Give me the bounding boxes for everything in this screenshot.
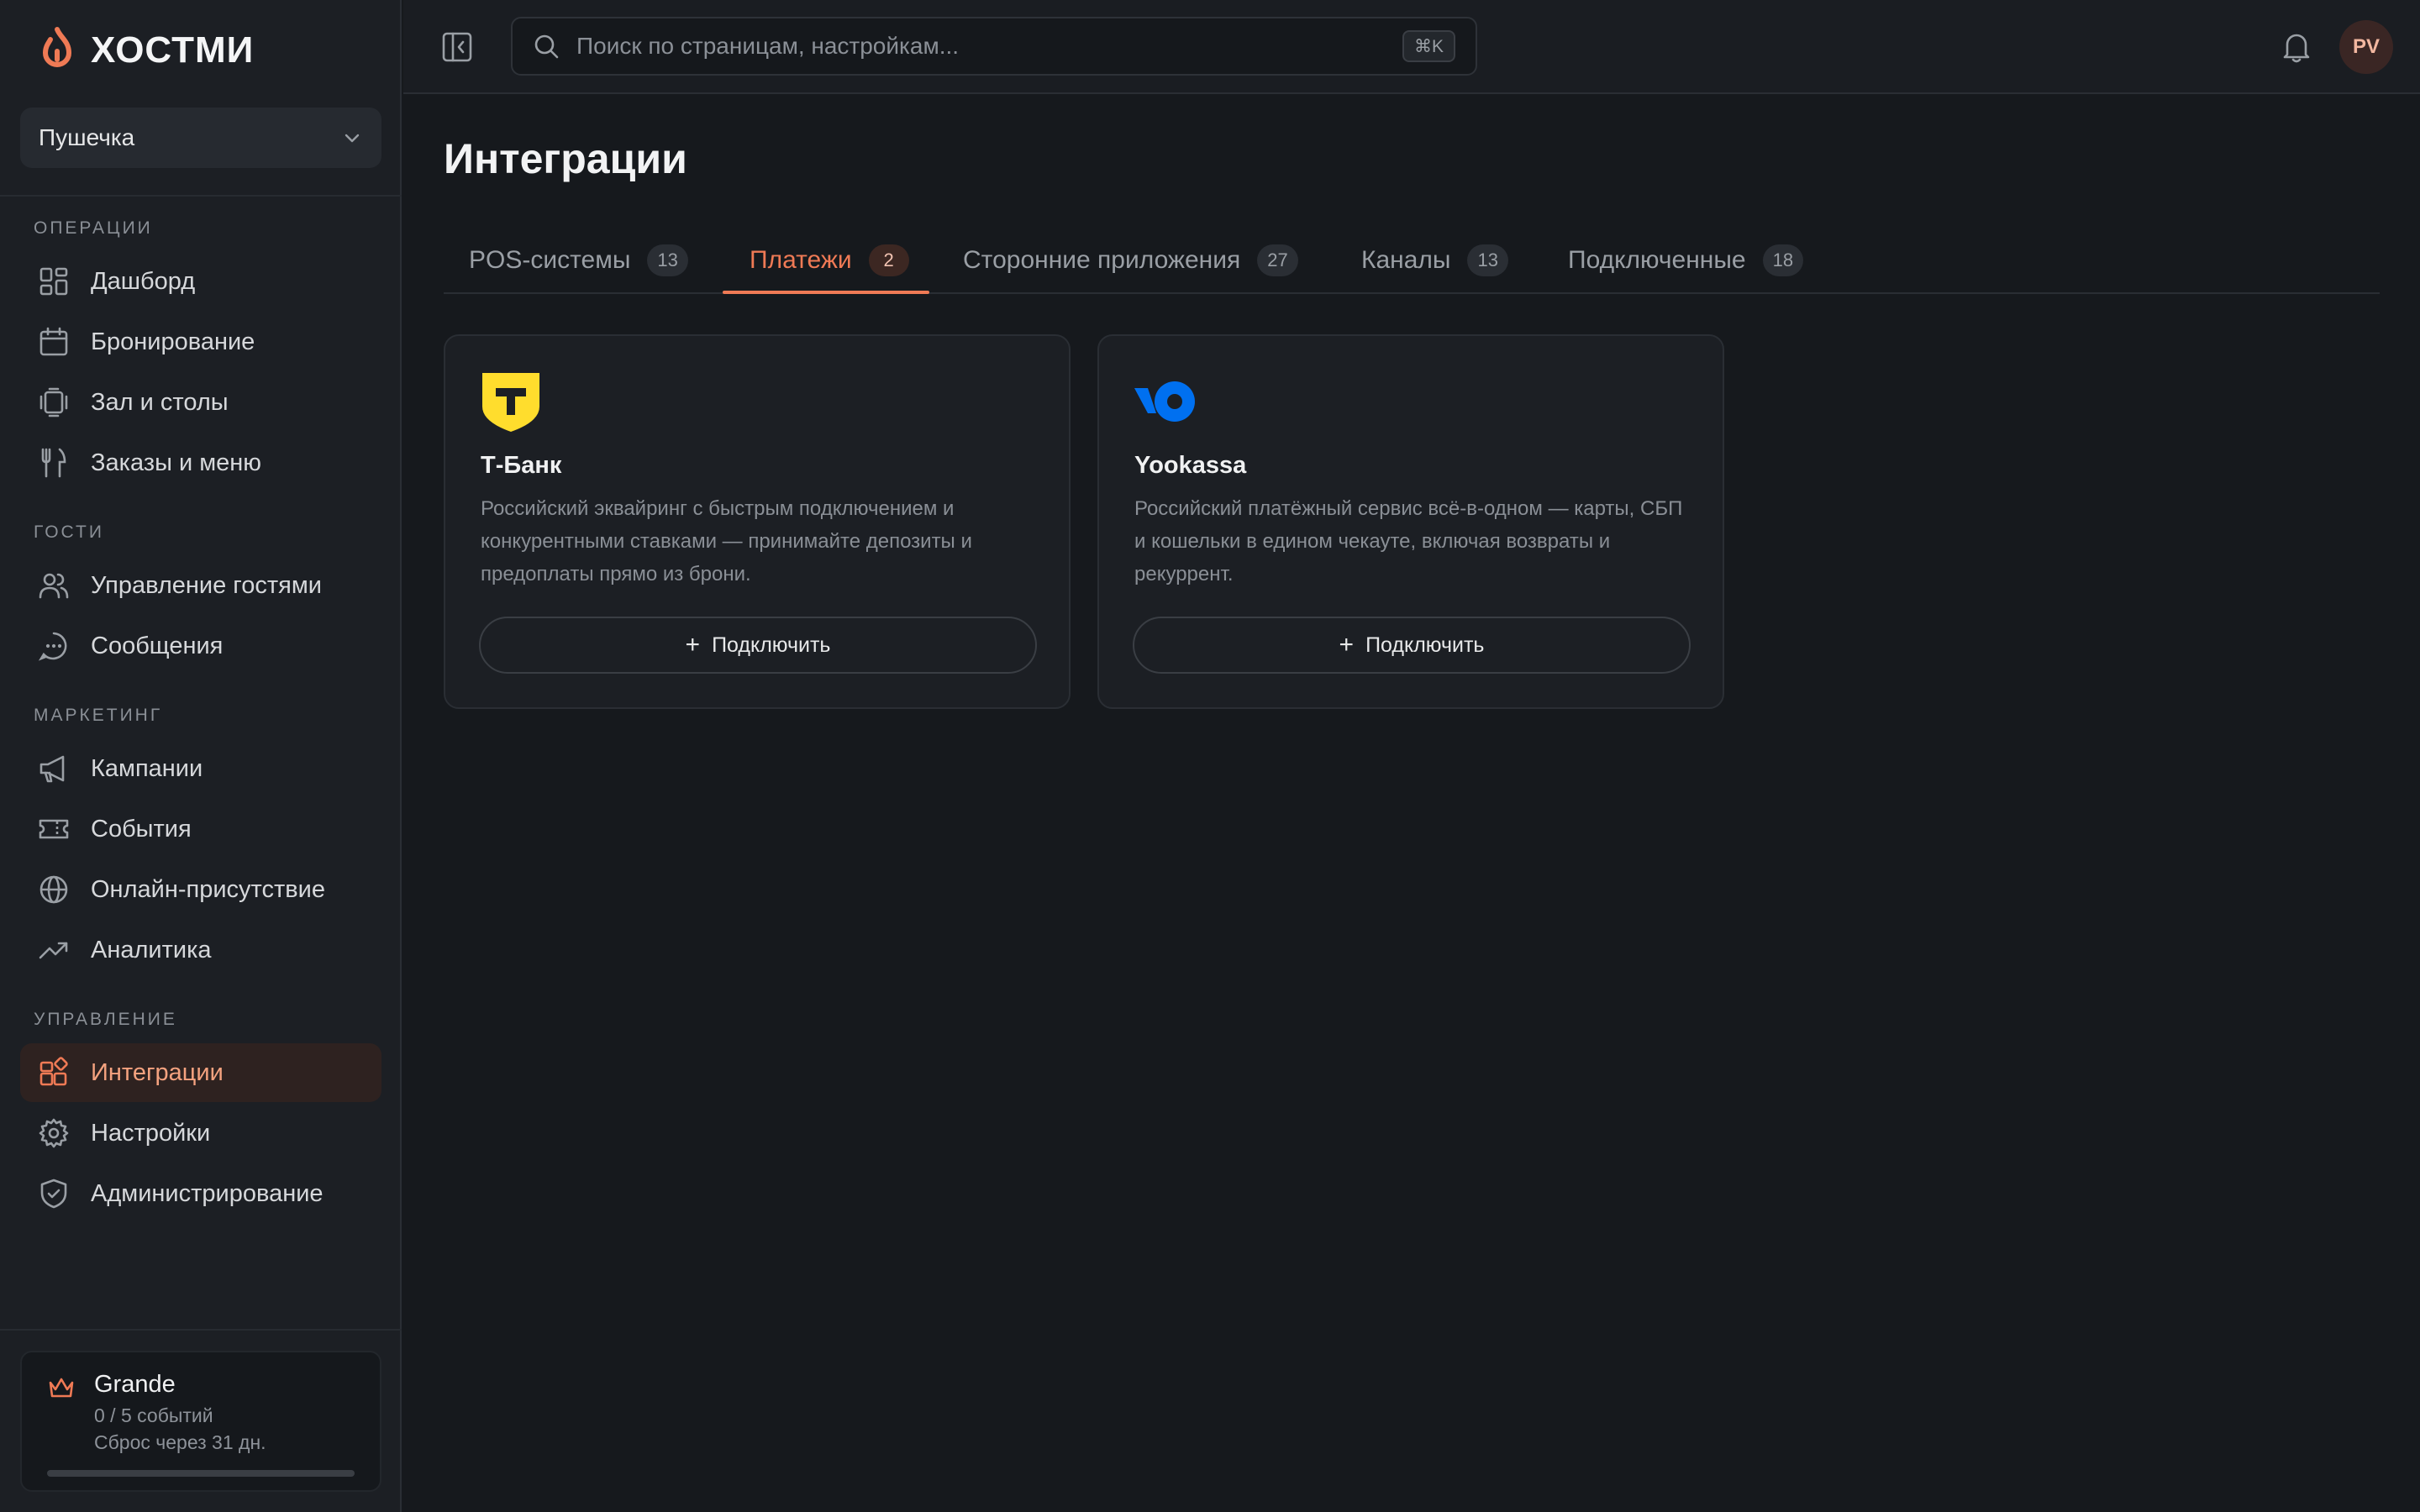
integrations-icon [37,1056,71,1089]
sidebar-item-dashboard[interactable]: Дашборд [20,252,381,311]
globe-icon [37,873,71,906]
connect-button-label: Подключить [1365,633,1485,657]
tab-count: 2 [868,244,909,276]
sidebar-item-label: Заказы и меню [91,449,262,476]
tab-active-indicator [723,291,929,294]
nav-section-marketing: МАРКЕТИНГ [34,706,163,725]
search-icon [534,34,559,59]
sidebar-item-tables[interactable]: Зал и столы [20,373,381,432]
search-input[interactable]: Поиск по страницам, настройкам... ⌘K [511,17,1477,76]
plan-reset: Сброс через 31 дн. [94,1431,266,1453]
sidebar-item-label: Дашборд [91,267,196,295]
tab-count: 13 [647,244,688,276]
brand-name: ХОСТМИ [91,29,255,71]
connect-button[interactable]: + Подключить [479,617,1037,674]
tabs-bar: POS-системы 13 Платежи 2 Сторонние прило… [444,227,2380,294]
bell-icon[interactable] [2281,30,2312,64]
sidebar-item-label: Сообщения [91,632,224,659]
sidebar: ХОСТМИ Пушечка ОПЕРАЦИИ Дашборд Брониров… [0,0,402,1512]
tab-count: 27 [1257,244,1298,276]
megaphone-icon [37,752,71,785]
sidebar-item-analytics[interactable]: Аналитика [20,921,381,979]
card-title: Yookassa [1134,452,1247,479]
page-title: Интеграции [444,135,687,182]
sidebar-item-label: Онлайн-присутствие [91,875,325,903]
sidebar-item-booking[interactable]: Бронирование [20,312,381,371]
search-placeholder: Поиск по страницам, настройкам... [576,33,960,59]
calendar-icon [37,325,71,359]
tab-label: Подключенные [1568,246,1746,274]
cutlery-icon [37,446,71,480]
tab-payments[interactable]: Платежи 2 [750,227,909,294]
card-title: Т-Банк [481,452,562,479]
integration-card-yookassa: Yookassa Российский платёжный сервис всё… [1097,334,1724,709]
avatar[interactable]: PV [2339,20,2393,74]
sidebar-item-label: Настройки [91,1119,211,1147]
card-description: Российский эквайринг с быстрым подключен… [481,497,972,585]
sidebar-item-label: События [91,815,192,843]
sidebar-item-label: Зал и столы [91,388,229,416]
sidebar-item-online[interactable]: Онлайн-присутствие [20,860,381,919]
chat-icon [37,629,71,663]
sidebar-item-label: Интеграции [91,1058,224,1086]
connect-button-label: Подключить [712,633,831,657]
sidebar-item-label: Кампании [91,754,203,782]
sidebar-item-admin[interactable]: Администрирование [20,1164,381,1223]
app-root: ХОСТМИ Пушечка ОПЕРАЦИИ Дашборд Брониров… [0,0,2420,1512]
venue-name: Пушечка [39,124,135,150]
sidebar-item-label: Аналитика [91,936,212,963]
plus-icon: + [1339,631,1355,659]
dashboard-icon [37,265,71,298]
tab-count: 13 [1467,244,1508,276]
connect-button[interactable]: + Подключить [1133,617,1691,674]
tab-label: Каналы [1361,246,1451,274]
table-icon [37,386,71,419]
plan-progress-bar [47,1470,355,1477]
nav-section-guests: ГОСТИ [34,522,104,542]
plan-usage: 0 / 5 событий [94,1404,213,1426]
shield-icon [37,1177,71,1210]
nav-section-operations: ОПЕРАЦИИ [34,218,153,238]
sidebar-toggle-icon[interactable] [440,30,474,64]
sidebar-item-messages[interactable]: Сообщения [20,617,381,675]
trend-icon [37,933,71,967]
sidebar-item-guests[interactable]: Управление гостями [20,556,381,615]
sidebar-item-integrations[interactable]: Интеграции [20,1043,381,1102]
tab-channels[interactable]: Каналы 13 [1361,227,1508,294]
plan-card[interactable]: Grande 0 / 5 событий Сброс через 31 дн. [20,1351,381,1492]
topbar: Поиск по страницам, настройкам... ⌘K PV [403,0,2420,94]
sidebar-divider [0,1329,402,1331]
sidebar-item-label: Бронирование [91,328,255,355]
sidebar-item-campaigns[interactable]: Кампании [20,739,381,798]
tab-count: 18 [1762,244,1804,276]
integration-card-tbank: Т-Банк Российский эквайринг с быстрым по… [444,334,1071,709]
tbank-logo [482,373,539,432]
gear-icon [37,1116,71,1150]
sidebar-item-orders[interactable]: Заказы и меню [20,433,381,492]
ticket-icon [37,812,71,846]
tab-third-party-apps[interactable]: Сторонние приложения 27 [963,227,1298,294]
chevron-down-icon [345,134,360,143]
tab-label: Платежи [750,246,852,274]
flame-icon [42,27,72,67]
tab-pos[interactable]: POS-системы 13 [469,227,688,294]
tab-label: POS-системы [469,246,631,274]
nav-section-management: УПРАВЛЕНИЕ [34,1010,177,1029]
sidebar-item-label: Администрирование [91,1179,324,1207]
sidebar-item-events[interactable]: События [20,800,381,858]
sidebar-item-settings[interactable]: Настройки [20,1104,381,1163]
tab-connected[interactable]: Подключенные 18 [1568,227,1804,294]
card-description: Российский платёжный сервис всё-в-одном … [1134,497,1683,585]
plan-name: Grande [94,1371,176,1398]
tab-label: Сторонние приложения [963,246,1241,274]
users-icon [37,569,71,602]
shortcut-hint: ⌘K [1402,30,1455,62]
plus-icon: + [685,631,701,659]
brand-logo[interactable]: ХОСТМИ [35,25,254,76]
yookassa-logo [1134,381,1195,422]
sidebar-item-label: Управление гостями [91,571,322,599]
sidebar-divider [0,195,402,197]
venue-select[interactable]: Пушечка [20,108,381,168]
crown-icon [49,1378,74,1398]
